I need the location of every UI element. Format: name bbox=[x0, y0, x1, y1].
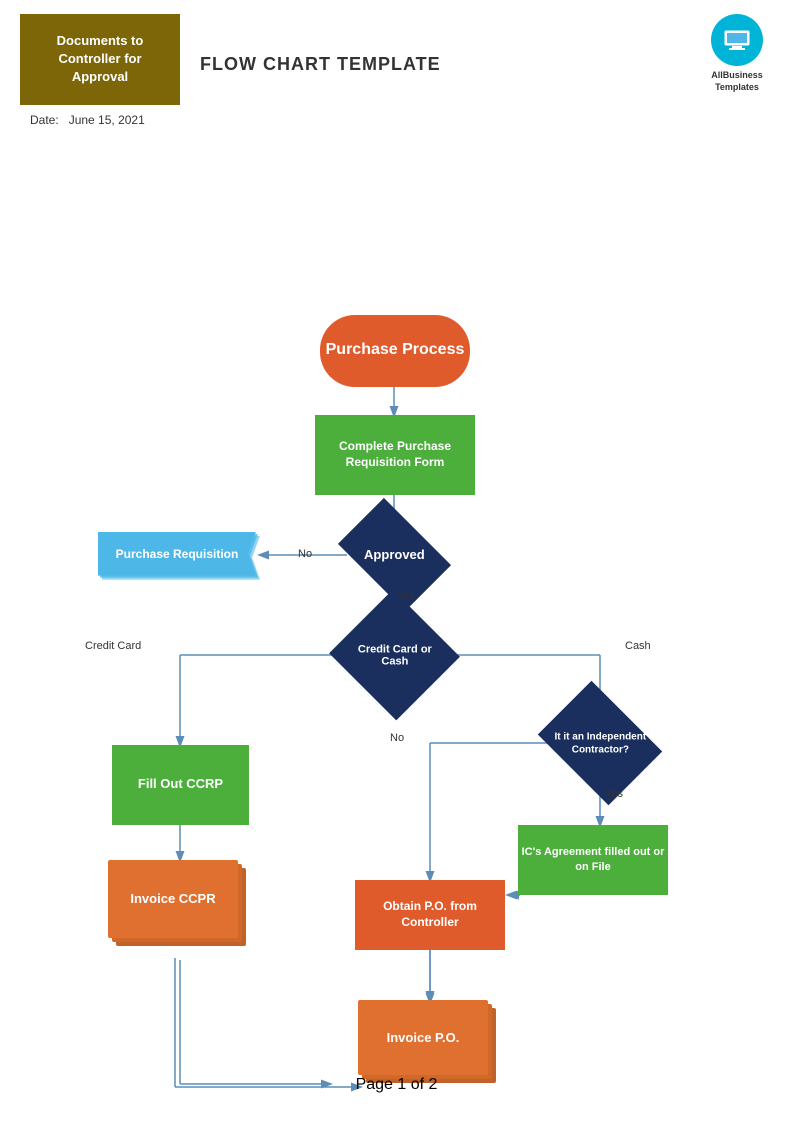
approved-label: Approved bbox=[364, 547, 425, 562]
complete-form-label: Complete Purchase Requisition Form bbox=[315, 439, 475, 470]
purchase-process-label: Purchase Process bbox=[326, 340, 465, 361]
complete-form-node: Complete Purchase Requisition Form bbox=[315, 415, 475, 495]
no-label-2: No bbox=[390, 732, 404, 744]
purchase-process-node: Purchase Process bbox=[320, 315, 470, 387]
ics-agreement-label: IC's Agreement filled out or on File bbox=[518, 845, 668, 874]
date-line: Date: June 15, 2021 bbox=[30, 113, 793, 127]
date-label: Date: bbox=[30, 113, 59, 127]
credit-card-cash-diamond: Credit Card or Cash bbox=[347, 610, 442, 700]
ics-agreement-node: IC's Agreement filled out or on File bbox=[518, 825, 668, 895]
cash-label: Cash bbox=[625, 640, 651, 652]
yes-label-3-text: Yes bbox=[605, 788, 623, 800]
independent-contractor-label: It it an Independent Contractor? bbox=[554, 731, 646, 755]
page-title: FLOW CHART TEMPLATE bbox=[200, 54, 711, 75]
credit-card-cash-label: Credit Card or Cash bbox=[358, 643, 432, 667]
invoice-ccpr-label: Invoice CCPR bbox=[130, 891, 215, 906]
no-label-2-text: No bbox=[390, 732, 404, 744]
independent-contractor-diamond: It it an Independent Contractor? bbox=[550, 705, 650, 781]
invoice-po-label: Invoice P.O. bbox=[387, 1030, 460, 1045]
purchase-requisition-node: Purchase Requisition bbox=[98, 532, 260, 580]
doc-box-label: Documents to Controller for Approval bbox=[40, 32, 160, 87]
logo-text: AllBusiness Templates bbox=[711, 70, 763, 93]
fill-out-ccrp-node: Fill Out CCRP bbox=[112, 745, 249, 825]
page-number-text: Page 1 of 2 bbox=[356, 1076, 438, 1093]
logo-circle bbox=[711, 14, 763, 66]
fill-out-ccrp-label: Fill Out CCRP bbox=[138, 776, 223, 793]
obtain-po-node: Obtain P.O. from Controller bbox=[355, 880, 505, 950]
invoice-ccpr-node: Invoice CCPR bbox=[108, 860, 253, 960]
credit-card-label-text: Credit Card bbox=[85, 640, 141, 652]
header: Documents to Controller for Approval FLO… bbox=[0, 0, 793, 105]
cash-label-text: Cash bbox=[625, 640, 651, 652]
yes-label-3: Yes bbox=[605, 788, 623, 800]
doc-box: Documents to Controller for Approval bbox=[20, 14, 180, 105]
obtain-po-label: Obtain P.O. from Controller bbox=[355, 899, 505, 930]
no-label-1-text: No bbox=[298, 548, 312, 560]
logo: AllBusiness Templates bbox=[711, 14, 763, 93]
credit-card-label: Credit Card bbox=[85, 640, 141, 652]
page-number: Page 1 of 2 bbox=[0, 1076, 793, 1094]
approved-diamond: Approved bbox=[347, 522, 442, 587]
no-label-1: No bbox=[298, 548, 312, 560]
date-value: June 15, 2021 bbox=[69, 113, 145, 127]
purchase-requisition-label: Purchase Requisition bbox=[116, 547, 239, 561]
